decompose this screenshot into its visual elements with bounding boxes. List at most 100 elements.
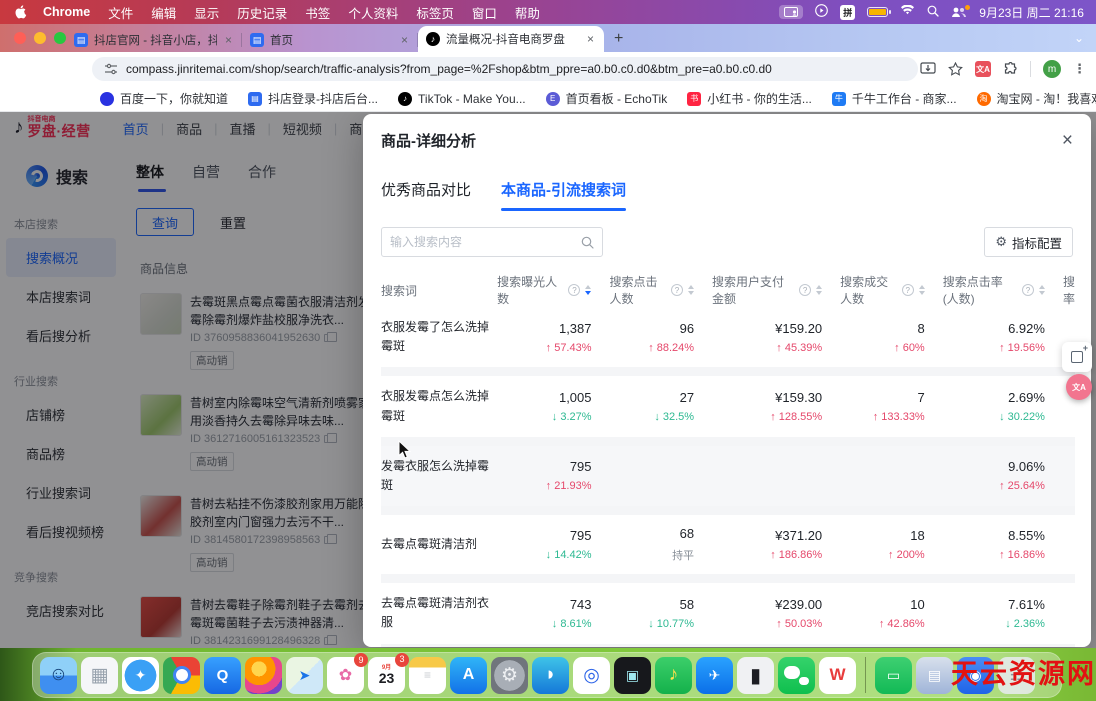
wifi-icon[interactable] <box>900 5 915 19</box>
metric-config-button[interactable]: ⚙ 指标配置 <box>984 227 1073 257</box>
column-header[interactable]: 搜索曝光人数? <box>497 273 609 307</box>
dock-item-system-settings[interactable]: ⚙ <box>491 657 528 694</box>
menu-item[interactable]: 编辑 <box>142 3 185 22</box>
dock-item-quark-browser[interactable]: Q <box>204 657 241 694</box>
table-row[interactable]: 衣服发霉了怎么洗掉霉斑1,387↑ 57.43%96↑ 88.24%¥159.2… <box>381 307 1075 376</box>
help-icon[interactable]: ? <box>799 284 811 296</box>
modal-tab[interactable]: 优秀商品对比 <box>381 179 471 211</box>
dock-item-qq-music[interactable]: ♪ <box>655 657 692 694</box>
search-input-box[interactable] <box>381 227 603 257</box>
install-icon[interactable] <box>920 62 936 76</box>
table-row[interactable]: 衣服发霉点怎么洗掉霉斑1,005↓ 3.27%27↓ 32.5%¥159.30↑… <box>381 376 1075 445</box>
table-row[interactable]: 发霉衣服怎么洗掉霉斑795↑ 21.93%9.06%↑ 25.64%8↓ <box>381 446 1075 515</box>
sort-carets-icon[interactable] <box>919 285 925 295</box>
dock-item-calendar[interactable]: 9月233 <box>368 657 405 694</box>
bookmark-item[interactable]: 书小红书 - 你的生活... <box>687 90 812 107</box>
dock-item-preview-app[interactable]: ▤ <box>916 657 953 694</box>
url-text[interactable]: compass.jinritemai.com/shop/search/traff… <box>126 62 906 76</box>
dock-item-finder[interactable]: ☺ <box>40 657 77 694</box>
extensions-icon[interactable] <box>1003 62 1018 77</box>
menu-item[interactable]: 历史记录 <box>228 3 296 22</box>
table-row[interactable]: 去霉点霉斑清洁剂衣服743↓ 8.61%58↓ 10.77%¥239.00↑ 5… <box>381 583 1075 647</box>
menu-item[interactable]: 显示 <box>185 3 228 22</box>
dock-item-firefox[interactable] <box>245 657 282 694</box>
tab-close-icon[interactable]: × <box>585 32 596 46</box>
profile-avatar[interactable]: m <box>1043 60 1061 78</box>
dock-item-chat-app[interactable]: ▭ <box>875 657 912 694</box>
dock-item-wps-office[interactable]: W <box>819 657 856 694</box>
bookmark-item[interactable]: E首页看板 - EchoTik <box>546 90 668 107</box>
tab-close-icon[interactable]: × <box>399 33 410 47</box>
browser-tab[interactable]: ▤抖店官网 - 抖音小店，抖音电...× <box>66 28 242 52</box>
address-bar[interactable]: compass.jinritemai.com/shop/search/traff… <box>92 57 918 81</box>
dock-item-notes[interactable]: ≡ <box>409 657 446 694</box>
side-widget-button[interactable] <box>1062 342 1092 372</box>
bookmark-item[interactable]: 百度一下，你就知道 <box>100 90 228 107</box>
column-header[interactable]: 搜索用户支付金额? <box>712 273 840 307</box>
dock-item-dingtalk[interactable]: ✈ <box>696 657 733 694</box>
help-icon[interactable]: ? <box>902 284 914 296</box>
table-row[interactable]: 去霉点霉斑清洁剂795↓ 14.42%68持平¥371.20↑ 186.86%1… <box>381 515 1075 583</box>
close-icon[interactable]: × <box>1062 131 1073 150</box>
input-method-indicator[interactable]: 拼 <box>840 5 855 20</box>
bookmark-item[interactable]: ▤抖店登录-抖店后台... <box>248 90 378 107</box>
sort-carets-icon[interactable] <box>816 285 822 295</box>
browser-tab[interactable]: ♪流量概况-抖音电商罗盘× <box>418 26 604 52</box>
dock-item-video-editor[interactable]: ▣ <box>614 657 651 694</box>
new-tab-button[interactable]: + <box>614 30 623 48</box>
menu-item[interactable]: 窗口 <box>463 3 506 22</box>
bookmark-star-icon[interactable] <box>948 62 963 76</box>
bookmark-item[interactable]: ♪TikTok - Make You... <box>398 92 526 106</box>
tab-close-icon[interactable]: × <box>223 33 234 47</box>
tab-strip-chevron-icon[interactable]: ⌄ <box>1074 31 1084 45</box>
menu-item[interactable]: Chrome <box>34 5 99 19</box>
minimize-window-button[interactable] <box>34 32 46 44</box>
dock-item-baidu-netdisk[interactable]: ◎ <box>573 657 610 694</box>
column-header[interactable]: 搜索点击人数? <box>609 273 712 307</box>
window-controls[interactable] <box>14 32 66 44</box>
dock-item-blue-app[interactable]: ◗ <box>532 657 569 694</box>
modal-tab[interactable]: 本商品-引流搜索词 <box>501 179 626 211</box>
sort-carets-icon[interactable] <box>1039 285 1045 295</box>
menu-bar-clock[interactable]: 9月23日 周二 21:16 <box>979 4 1084 21</box>
bookmark-item[interactable]: 牛千牛工作台 - 商家... <box>832 90 957 107</box>
menu-item[interactable]: 帮助 <box>506 3 549 22</box>
column-header[interactable]: 搜索点击率(人数)? <box>943 273 1063 307</box>
metric-value: 27 <box>680 390 694 405</box>
dock-item-iphone-mirroring[interactable]: ▮ <box>737 657 774 694</box>
dock-item-wechat[interactable] <box>778 657 815 694</box>
spotlight-search-icon[interactable] <box>927 5 939 20</box>
dock-glyph: ✈ <box>709 667 721 684</box>
browser-menu-icon[interactable]: ⋮ <box>1073 61 1086 77</box>
help-icon[interactable]: ? <box>671 284 683 296</box>
sort-carets-icon[interactable] <box>688 285 694 295</box>
column-header[interactable]: 搜索点击-成交率(人数)? <box>1063 273 1075 307</box>
zoom-window-button[interactable] <box>54 32 66 44</box>
bookmark-item[interactable]: 淘淘宝网 - 淘！我喜欢 <box>977 90 1096 107</box>
dock-item-chrome[interactable] <box>163 657 200 694</box>
menu-item[interactable]: 文件 <box>99 3 142 22</box>
screen-recording-icon[interactable] <box>815 4 828 20</box>
help-icon[interactable]: ? <box>1022 284 1034 296</box>
dock-item-launchpad[interactable]: ▦ <box>81 657 118 694</box>
apple-menu-icon[interactable] <box>12 5 30 19</box>
menu-item[interactable]: 标签页 <box>407 3 463 22</box>
sort-carets-icon[interactable] <box>585 285 591 295</box>
dock-item-app-store[interactable]: A <box>450 657 487 694</box>
user-switch-icon[interactable] <box>951 6 967 18</box>
menu-item[interactable]: 书签 <box>296 3 339 22</box>
column-header[interactable]: 搜索成交人数? <box>840 273 943 307</box>
screen-mirroring-icon[interactable] <box>779 5 803 19</box>
dock-item-photos[interactable]: ✿9 <box>327 657 364 694</box>
browser-tab[interactable]: ▤首页× <box>242 28 418 52</box>
menu-item[interactable]: 个人资料 <box>339 3 407 22</box>
close-window-button[interactable] <box>14 32 26 44</box>
column-header[interactable]: 搜索词 <box>381 282 497 299</box>
translate-float-button[interactable]: 文A <box>1066 374 1092 400</box>
column-label: 搜索用户支付金额 <box>712 273 795 307</box>
translate-extension-icon[interactable]: 文A <box>975 61 991 77</box>
search-input[interactable] <box>390 235 581 249</box>
dock-item-safari[interactable]: ✦ <box>122 657 159 694</box>
dock-item-maps[interactable]: ➤ <box>286 657 323 694</box>
help-icon[interactable]: ? <box>568 284 580 296</box>
